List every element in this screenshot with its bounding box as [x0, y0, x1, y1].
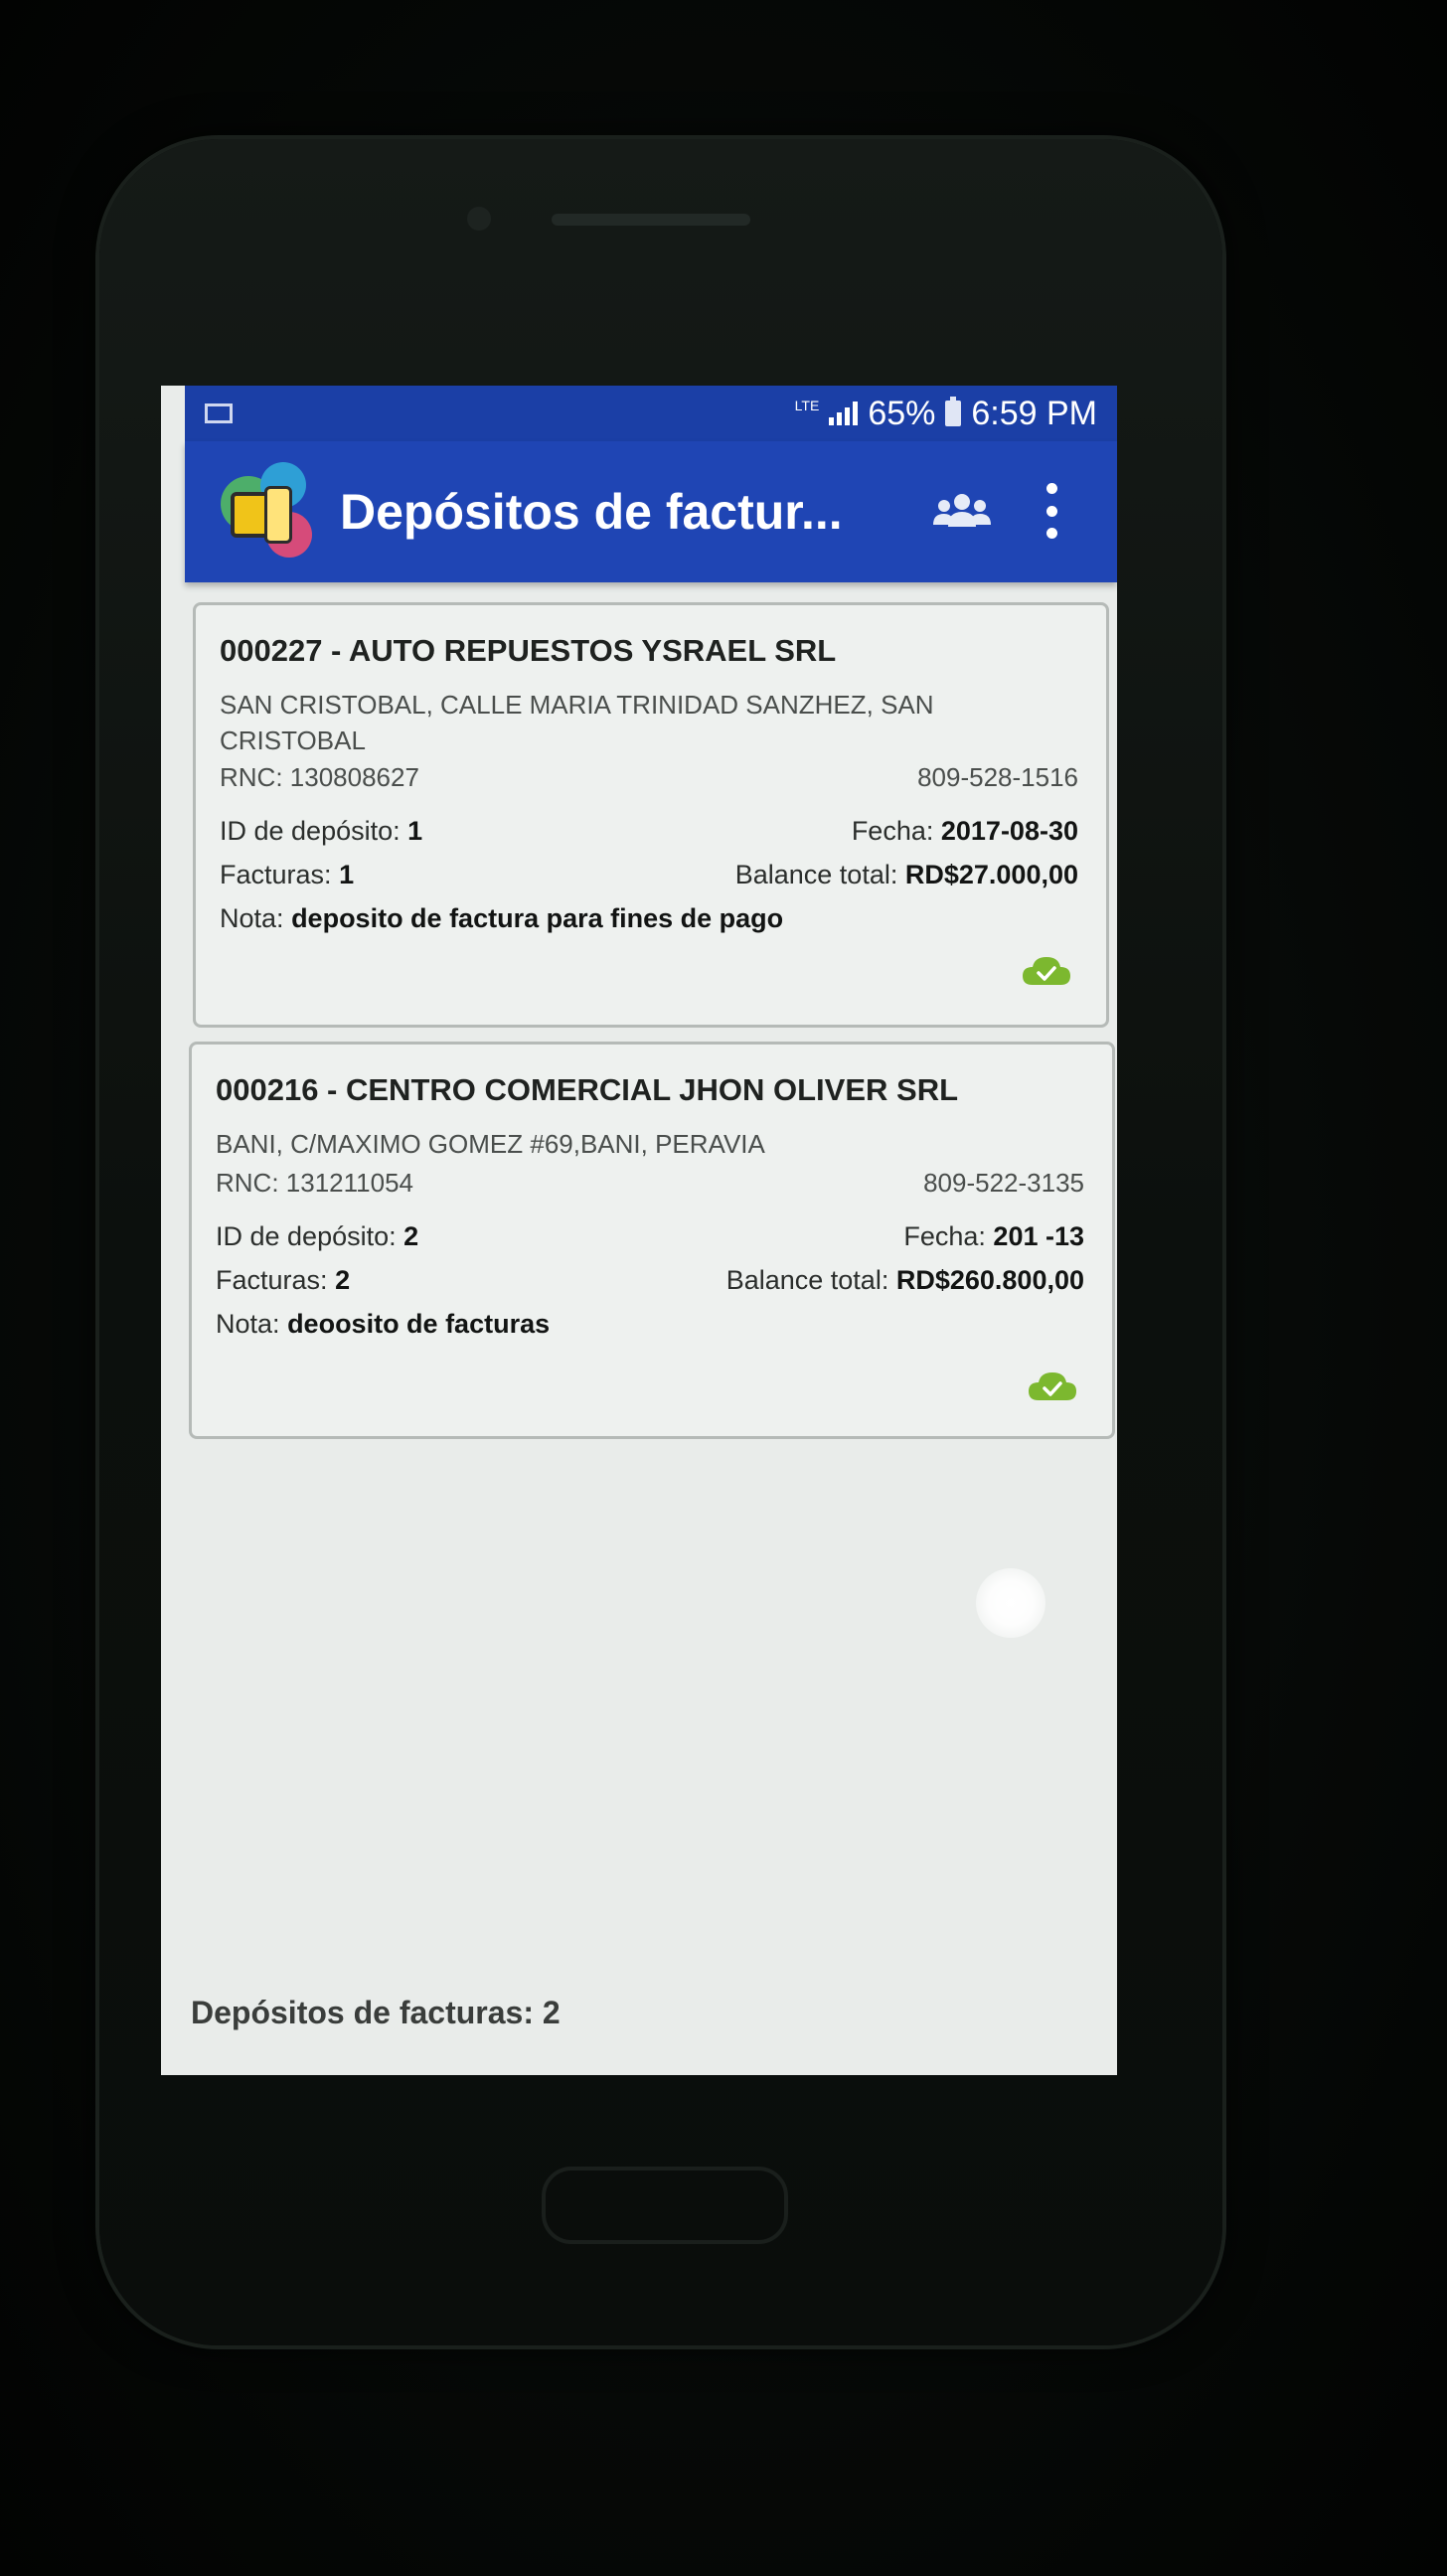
screen-glare: [976, 1568, 1045, 1638]
app-logo-icon[interactable]: [221, 462, 320, 562]
clock: 6:59 PM: [971, 394, 1097, 432]
balance-row: Balance total: RD$27.000,00: [735, 860, 1078, 890]
deposit-id-row: ID de depósito: 2: [216, 1221, 418, 1252]
users-icon[interactable]: [932, 491, 992, 531]
balance-value: RD$27.000,00: [904, 860, 1078, 889]
app-bar: Depósitos de factur...: [185, 441, 1117, 582]
network-type: LTE: [794, 398, 820, 413]
customer-phone: 809-522-3135: [923, 1168, 1084, 1198]
signal-icon: [829, 402, 859, 425]
customer-rnc: RNC: 131211054: [216, 1168, 413, 1198]
date-row: Fecha: 2017-08-30: [852, 816, 1078, 847]
phone-screen: LTE 65% 6:59 PM Depósitos de factur... 0…: [161, 386, 1117, 2075]
invoices-row: Facturas: 2: [216, 1265, 350, 1296]
date-label: Fecha:: [851, 816, 934, 846]
balance-row: Balance total: RD$260.800,00: [726, 1265, 1084, 1296]
home-button[interactable]: [542, 2167, 788, 2244]
status-bar: LTE 65% 6:59 PM: [185, 386, 1117, 441]
balance-value: RD$260.800,00: [895, 1265, 1084, 1295]
battery-icon: [945, 397, 962, 426]
invoices-value: 1: [339, 860, 355, 889]
note-label: Nota:: [220, 903, 284, 933]
balance-label: Balance total:: [734, 860, 898, 889]
customer-header: 000216 - CENTRO COMERCIAL JHON OLIVER SR…: [216, 1072, 959, 1107]
balance-label: Balance total:: [725, 1265, 889, 1295]
page-title: Depósitos de factur...: [340, 484, 843, 540]
cloud-check-icon: [1029, 1372, 1076, 1400]
more-options-icon[interactable]: [1042, 483, 1061, 539]
invoices-label: Facturas:: [220, 860, 332, 889]
invoices-label: Facturas:: [216, 1265, 328, 1295]
note-label: Nota:: [216, 1309, 280, 1339]
date-value: 201 -13: [993, 1221, 1084, 1251]
footer-count: 2: [542, 1995, 561, 2030]
deposit-id-value: 2: [403, 1221, 419, 1251]
customer-header: 000227 - AUTO REPUESTOS YSRAEL SRL: [220, 633, 837, 668]
customer-address: SAN CRISTOBAL, CALLE MARIA TRINIDAD SANZ…: [220, 690, 934, 755]
deposit-id-value: 1: [407, 816, 423, 846]
note-row: Nota: deposito de factura para fines de …: [220, 903, 783, 934]
note-row: Nota: deoosito de facturas: [216, 1309, 550, 1340]
cloud-check-icon: [1023, 957, 1070, 985]
date-value: 2017-08-30: [940, 816, 1078, 846]
deposit-card[interactable]: 000216 - CENTRO COMERCIAL JHON OLIVER SR…: [189, 1042, 1115, 1439]
customer-phone: 809-528-1516: [917, 762, 1078, 792]
customer-address: BANI, C/MAXIMO GOMEZ #69,BANI, PERAVIA: [216, 1129, 765, 1159]
date-label: Fecha:: [903, 1221, 986, 1251]
invoices-row: Facturas: 1: [220, 860, 354, 890]
deposit-id-label: ID de depósito:: [220, 816, 401, 846]
note-value: deposito de factura para fines de pago: [291, 903, 784, 933]
note-value: deoosito de facturas: [287, 1309, 551, 1339]
footer-label: Depósitos de facturas:: [191, 1995, 534, 2030]
customer-rnc: RNC: 130808627: [220, 762, 419, 792]
deposit-id-label: ID de depósito:: [216, 1221, 397, 1251]
earpiece: [552, 214, 750, 226]
date-row: Fecha: 201 -13: [903, 1221, 1084, 1252]
battery-percent: 65%: [868, 394, 936, 432]
deposit-card[interactable]: 000227 - AUTO REPUESTOS YSRAEL SRL SAN C…: [193, 602, 1109, 1028]
deposits-count-footer: Depósitos de facturas: 2: [191, 1995, 561, 2031]
front-camera: [467, 207, 491, 231]
mail-notification-icon: [205, 403, 233, 423]
invoices-value: 2: [335, 1265, 351, 1295]
deposit-id-row: ID de depósito: 1: [220, 816, 422, 847]
